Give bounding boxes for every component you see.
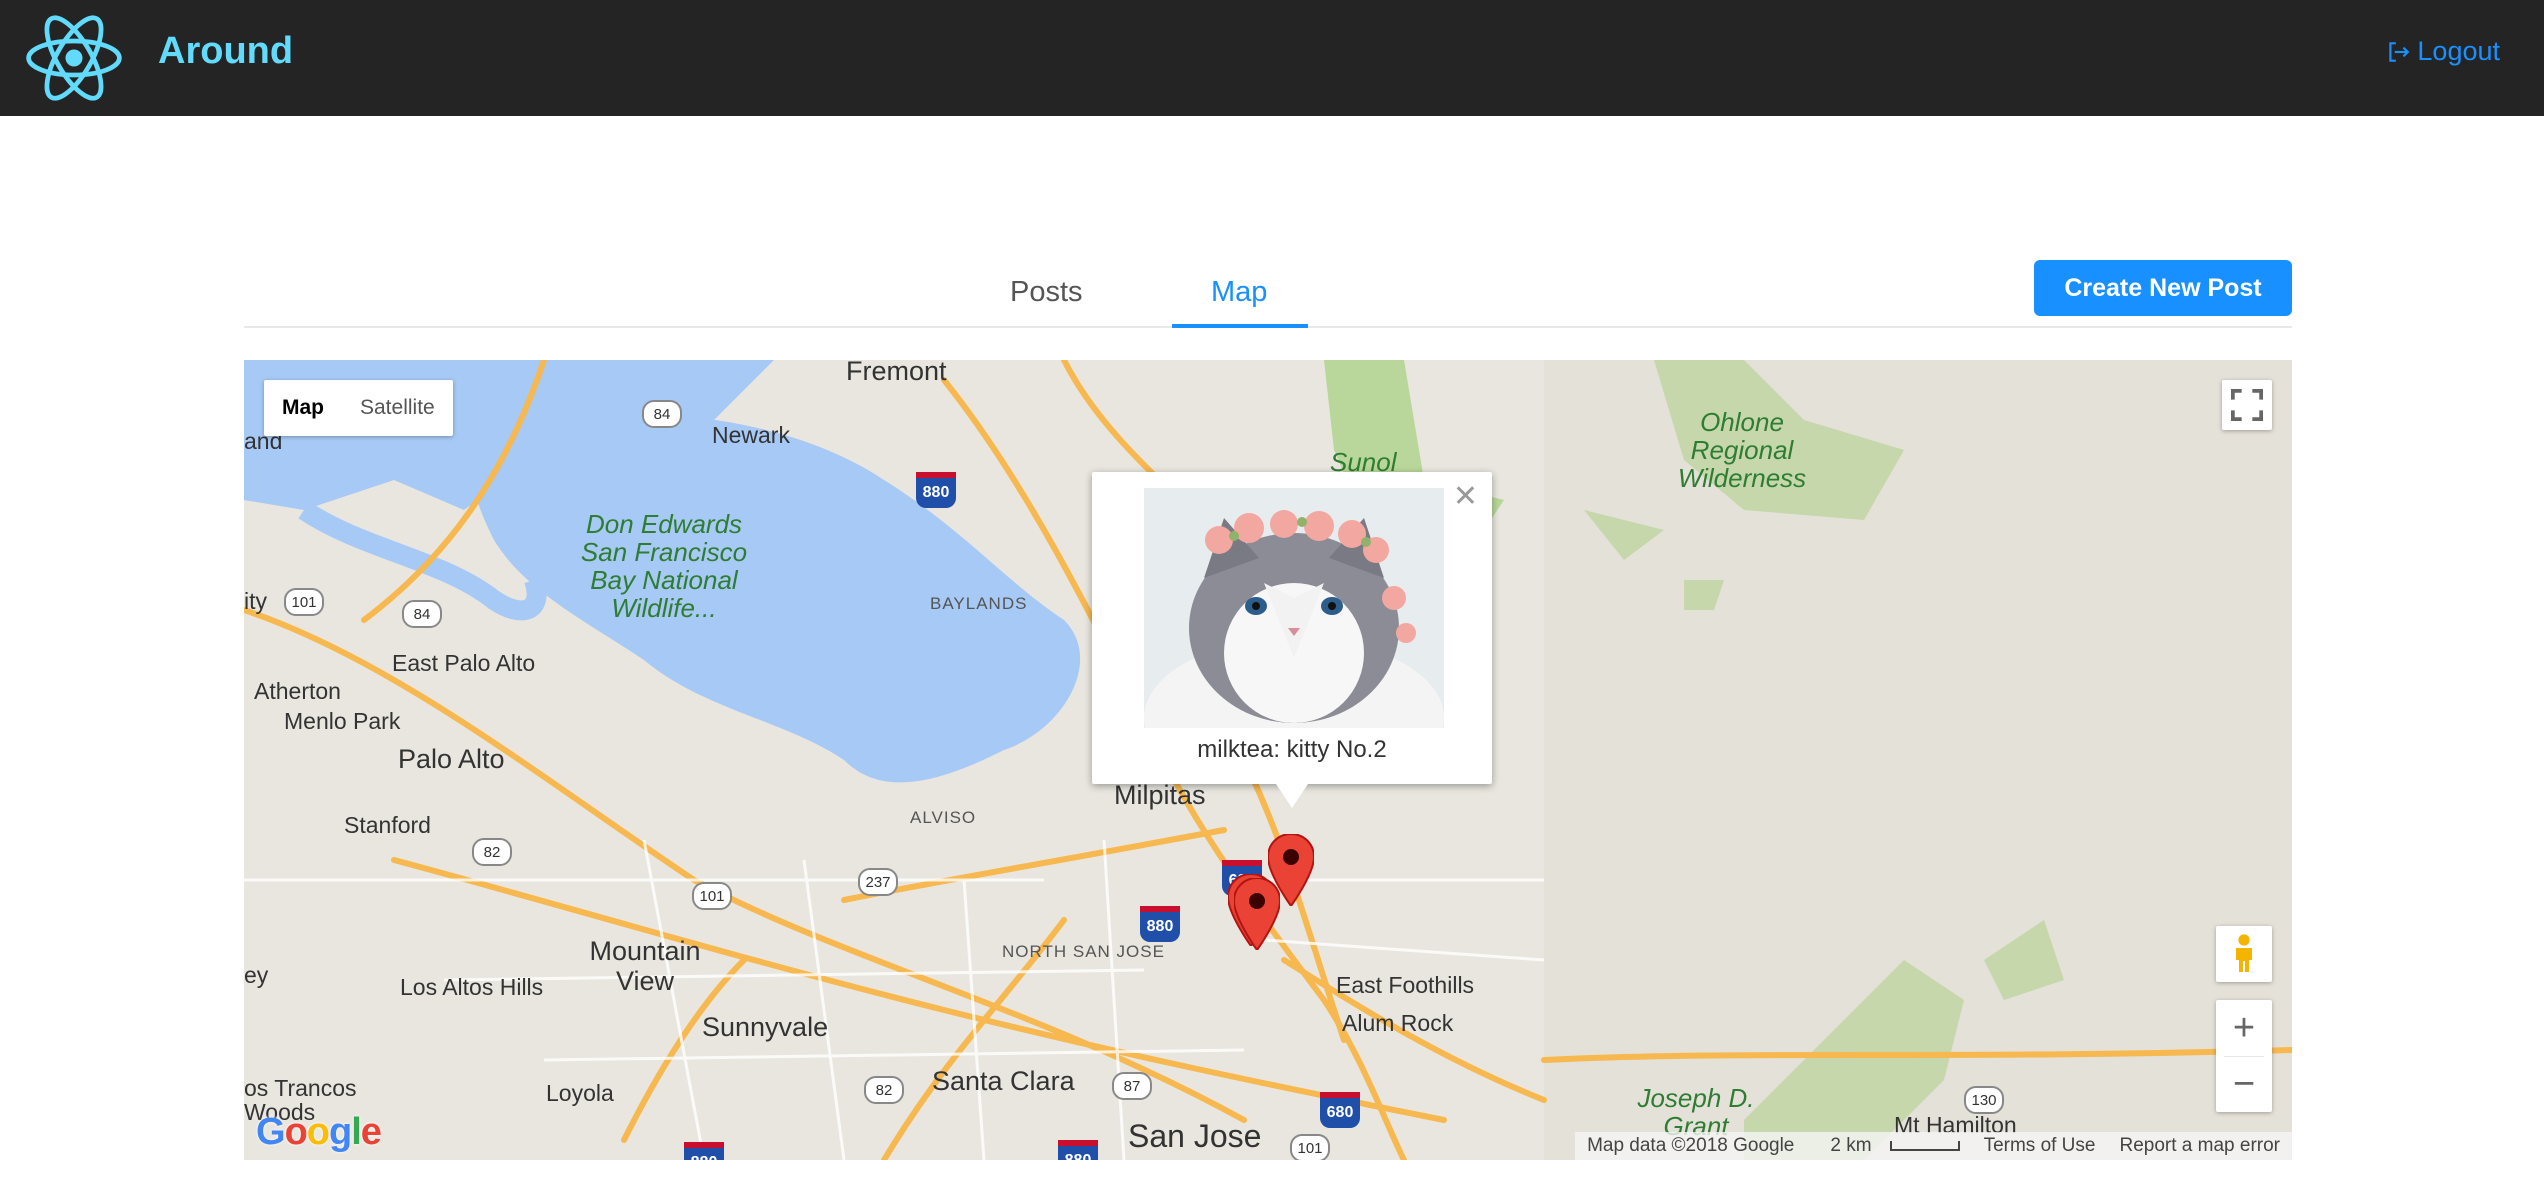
pegman-icon	[2236, 934, 2252, 972]
place-label: San Jose	[1128, 1118, 1262, 1154]
scale-indicator[interactable]: 2 km	[1806, 1135, 1971, 1157]
map-type-map-button[interactable]: Map	[264, 380, 342, 436]
place-label: Palo Alto	[398, 744, 505, 774]
place-label: Don Edwards San Francisco Bay National W…	[580, 509, 748, 623]
interstate-shield: 880	[916, 472, 956, 508]
place-label: East Palo Alto	[392, 650, 536, 676]
logout-label: Logout	[2417, 36, 2500, 66]
zoom-in-button[interactable]: +	[2216, 1000, 2272, 1056]
place-label: ey	[244, 962, 269, 988]
google-logo[interactable]: Google	[256, 1111, 382, 1154]
place-label: BAYLANDS	[930, 594, 1028, 613]
create-new-post-button[interactable]: Create New Post	[2034, 260, 2292, 316]
fullscreen-icon	[2231, 389, 2263, 421]
place-label: ity	[244, 588, 267, 614]
app-title[interactable]: Around	[158, 30, 293, 73]
interstate-shield: 880	[1140, 906, 1180, 942]
place-label: Milpitas	[1114, 780, 1206, 810]
cat-photo	[1144, 488, 1444, 728]
zoom-out-button[interactable]: −	[2216, 1056, 2272, 1112]
zoom-control: + −	[2216, 1000, 2272, 1112]
react-atom-icon[interactable]	[22, 6, 126, 110]
interstate-shield: 880	[684, 1142, 724, 1160]
app-header: Around Logout	[0, 0, 2544, 116]
route-shield: 101	[1290, 1134, 1330, 1160]
place-label: ALVISO	[910, 808, 977, 827]
route-shield: 82	[864, 1076, 904, 1104]
map-data-text: Map data ©2018 Google	[1587, 1135, 1795, 1156]
zoom-divider	[2224, 1056, 2264, 1057]
place-label: Newark	[712, 422, 790, 448]
place-label: Ohlone Regional Wilderness	[1677, 407, 1807, 493]
place-label: Los Altos Hills	[400, 974, 544, 1000]
place-label: East Foothills	[1336, 972, 1475, 998]
place-label: Atherton	[254, 678, 341, 704]
info-window-tail	[1276, 784, 1308, 808]
interstate-shield: 680	[1320, 1092, 1360, 1128]
route-shield: 237	[858, 868, 898, 896]
map-marker[interactable]	[1234, 878, 1280, 950]
fullscreen-button[interactable]	[2222, 380, 2272, 430]
marker-info-window: ✕ milktea: kitty No.2	[1092, 472, 1492, 808]
route-shield: 87	[1112, 1072, 1152, 1100]
report-error-link[interactable]: Report a map error	[2107, 1135, 2292, 1157]
route-shield: 101	[284, 588, 324, 616]
route-shield: 130	[1964, 1086, 2004, 1114]
route-shield: 101	[692, 882, 732, 910]
route-shield: 82	[472, 838, 512, 866]
terms-link[interactable]: Terms of Use	[1972, 1135, 2108, 1157]
place-label: Mountain View	[589, 936, 701, 996]
route-shield: 84	[402, 600, 442, 628]
place-label: Menlo Park	[284, 708, 401, 734]
interstate-shield: 880	[1058, 1140, 1098, 1160]
map-type-satellite-button[interactable]: Satellite	[342, 380, 453, 436]
route-shield: 84	[642, 400, 682, 428]
scale-label: 2 km	[1830, 1135, 1872, 1156]
map-canvas[interactable]: Fremont Newark Sunol Ohlone Regional Wil…	[244, 360, 2292, 1160]
street-view-button[interactable]	[2216, 926, 2272, 982]
map-type-control: Map Satellite	[264, 380, 453, 436]
place-label: Sunnyvale	[702, 1012, 829, 1042]
logout-link[interactable]: Logout	[2385, 36, 2500, 67]
tab-map[interactable]: Map	[1211, 276, 1267, 309]
logout-icon	[2389, 41, 2410, 62]
map-attribution: Map data ©2018 Google 2 km Terms of Use …	[1575, 1132, 2292, 1160]
post-caption: milktea: kitty No.2	[1197, 736, 1387, 763]
place-label: Alum Rock	[1342, 1010, 1454, 1036]
place-label: Stanford	[344, 812, 431, 838]
tab-posts[interactable]: Posts	[1010, 276, 1083, 309]
active-tab-indicator	[1172, 324, 1308, 328]
place-label: Loyola	[546, 1080, 614, 1106]
place-label: NORTH SAN JOSE	[1002, 942, 1165, 961]
post-image	[1144, 488, 1444, 728]
place-label: Santa Clara	[932, 1066, 1075, 1096]
close-icon[interactable]: ✕	[1453, 482, 1478, 512]
place-label: Fremont	[846, 360, 947, 386]
scale-bar	[1889, 1140, 1960, 1151]
